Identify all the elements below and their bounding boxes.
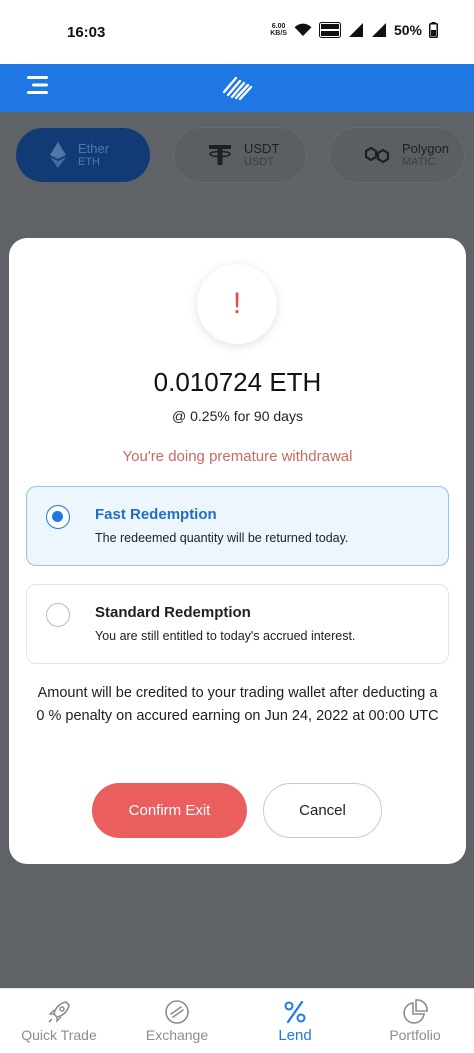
rocket-icon: [48, 1001, 70, 1023]
network-speed: 6.00 KB/S: [270, 23, 287, 37]
asset-chip-ether[interactable]: Ether ETH: [16, 128, 150, 182]
option-description: You are still entitled to today's accrue…: [95, 629, 356, 643]
asset-chip-text: Ether ETH: [78, 141, 109, 169]
radio-dot: [52, 511, 63, 522]
tether-icon: [209, 145, 231, 165]
option-description: The redeemed quantity will be returned t…: [95, 531, 349, 545]
status-bar: 16:03 6.00 KB/S 50%: [0, 0, 474, 64]
exchange-icon: [165, 1000, 189, 1024]
cancel-button[interactable]: Cancel: [263, 783, 382, 838]
asset-symbol: ETH: [78, 156, 100, 168]
asset-name: Polygon: [402, 141, 449, 156]
wifi-icon: [294, 23, 312, 36]
nav-portfolio[interactable]: Portfolio: [356, 989, 474, 1053]
option-title: Fast Redemption: [95, 506, 217, 523]
redemption-amount: 0.010724 ETH: [153, 367, 322, 397]
nav-label: Quick Trade: [21, 1027, 97, 1043]
nav-exchange[interactable]: Exchange: [118, 989, 236, 1053]
asset-chip-text: USDT USDT: [244, 141, 279, 169]
nav-lend[interactable]: Lend: [236, 989, 354, 1053]
nav-label: Exchange: [145, 1027, 209, 1043]
battery-percent: 50%: [393, 22, 422, 38]
fast-redemption-option[interactable]: Fast Redemption The redeemed quantity wi…: [26, 486, 449, 566]
asset-chip-text: Polygon MATIC: [402, 141, 449, 169]
battery-icon: [429, 22, 438, 38]
nav-label: Lend: [278, 1027, 312, 1044]
app-logo-icon: [222, 76, 253, 101]
credit-info-text: Amount will be credited to your trading …: [36, 685, 439, 724]
hamburger-menu-icon[interactable]: [26, 72, 52, 98]
ethereum-icon: [50, 142, 66, 168]
warning-icon: !: [197, 264, 277, 344]
nav-label: Portfolio: [389, 1027, 441, 1043]
nav-quick-trade[interactable]: Quick Trade: [0, 989, 118, 1053]
network-speed-unit: KB/S: [270, 30, 287, 37]
confirm-exit-button[interactable]: Confirm Exit: [92, 783, 247, 838]
asset-symbol: MATIC: [402, 156, 436, 168]
status-time: 16:03: [67, 24, 106, 41]
polygon-icon: [364, 146, 390, 164]
interest-rate-term: @ 0.25% for 90 days: [172, 408, 303, 424]
radio-button-unchecked[interactable]: [46, 603, 70, 627]
standard-redemption-option[interactable]: Standard Redemption You are still entitl…: [26, 584, 449, 664]
exclamation-icon: !: [232, 287, 242, 320]
redemption-dialog: ! 0.010724 ETH @ 0.25% for 90 days You'r…: [9, 238, 466, 864]
asset-chip-usdt[interactable]: USDT USDT: [174, 128, 306, 182]
radio-button-checked[interactable]: [46, 505, 70, 529]
app-header: [0, 64, 474, 112]
volte-wifi-badge-icon: [318, 22, 341, 38]
asset-chip-polygon[interactable]: Polygon MATIC: [330, 128, 464, 182]
asset-name: Ether: [78, 141, 110, 156]
status-icons: 6.00 KB/S 50%: [270, 22, 438, 38]
asset-name: USDT: [244, 141, 280, 156]
option-title: Standard Redemption: [95, 604, 251, 621]
signal-icon: [348, 23, 363, 37]
bottom-nav: Quick Trade Exchange Lend Portfolio: [0, 988, 474, 1053]
pie-chart-icon: [403, 999, 428, 1024]
asset-symbol: USDT: [244, 156, 274, 168]
premature-withdrawal-warning: You're doing premature withdrawal: [122, 448, 353, 465]
percent-icon: [284, 1000, 306, 1024]
signal-icon-2: [371, 23, 386, 37]
network-speed-value: 6.00: [271, 23, 286, 30]
